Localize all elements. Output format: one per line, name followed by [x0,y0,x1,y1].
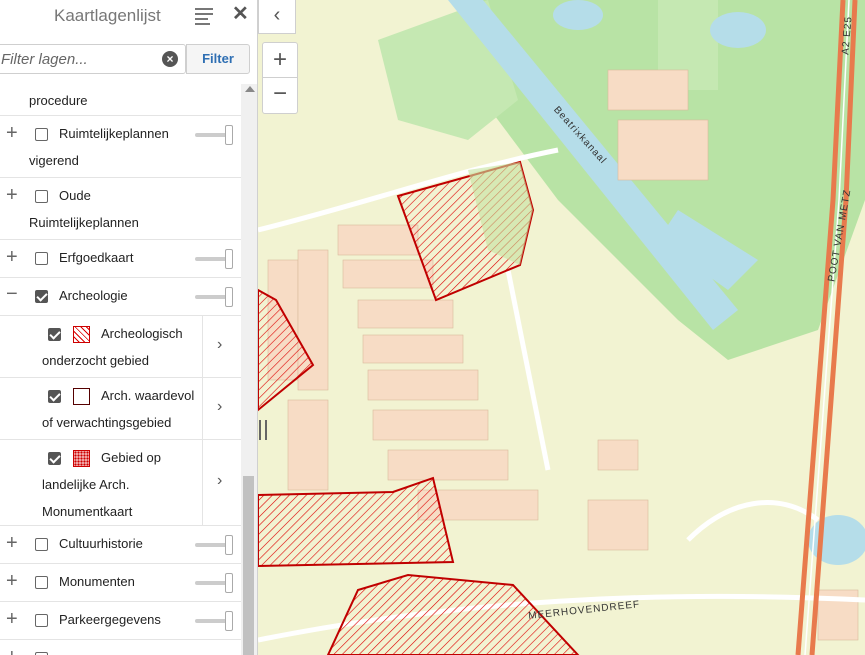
zoom-in-button[interactable]: + [262,42,298,78]
sublayer-row-archeologisch-onderzocht: Archeologisch onderzocht gebied › [0,316,241,378]
expand-icon[interactable]: + [6,123,18,143]
layer-label: procedure [29,93,88,108]
sublayer-details-cell[interactable]: › [202,440,241,525]
layer-row-parkeergegevens: + Parkeergegevens [0,602,241,640]
opacity-slider[interactable] [195,535,235,555]
layer-row-procedure: procedure [0,84,241,116]
layer-list: procedure + Ruimtelijkeplannen vigerend … [0,84,241,655]
layer-row-monumenten: + Monumenten [0,564,241,602]
close-icon[interactable]: ✕ [232,4,249,24]
map-canvas[interactable] [258,0,865,655]
layer-list-scrollbar[interactable] [241,84,257,655]
layer-label: Erfgoedkaart [59,250,134,265]
opacity-slider[interactable] [195,573,235,593]
layer-label: Monumenten [59,574,135,589]
layer-label: Parkeergegevens [59,612,161,627]
sublayer-row-landelijke-arch-monumentkaart: Gebied op landelijke Arch. Monumentkaart… [0,440,241,526]
panel-title: Kaartlagenlijst [54,6,161,25]
filter-row: × Filter [0,42,257,76]
collapse-icon[interactable]: − [6,284,18,304]
layer-row-erfgoedkaart: + Erfgoedkaart [0,240,241,278]
layer-checkbox[interactable] [35,538,48,551]
layer-label: Cultuurhistorie [59,536,143,551]
sublayer-details-cell[interactable]: › [202,316,241,377]
layer-checkbox[interactable] [35,290,48,303]
layer-row-oude-ruimtelijkeplannen: + Oude Ruimtelijkeplannen [0,178,241,240]
layer-checkbox[interactable] [35,576,48,589]
layer-checkbox[interactable] [35,614,48,627]
expand-icon[interactable]: + [6,571,18,591]
chevron-right-icon[interactable]: › [217,398,222,416]
sublayer-details-cell[interactable]: › [202,378,241,439]
zoom-out-button[interactable]: − [262,78,298,114]
filter-input[interactable] [0,44,186,74]
sublayer-row-arch-waardevol: Arch. waardevol of verwachtingsgebied › [0,378,241,440]
layer-checkbox[interactable] [35,252,48,265]
layer-row-archeologie: − Archeologie [0,278,241,316]
clear-filter-icon[interactable]: × [162,51,178,67]
sublayer-label: Gebied op landelijke Arch. Monumentkaart [42,450,161,519]
opacity-slider[interactable] [195,125,235,145]
collapse-panel-button[interactable]: ‹ [258,0,296,34]
opacity-slider[interactable] [195,287,235,307]
panel-header: Kaartlagenlijst ✕ [0,0,257,34]
layer-label: Oude Ruimtelijkeplannen [29,188,139,230]
map-view[interactable]: Beatrixkanaal POOT VAN METZ A2 E25 MEERH… [258,0,865,655]
expand-icon[interactable]: + [6,247,18,267]
sublayer-label: Archeologisch onderzocht gebied [42,326,183,368]
chevron-right-icon[interactable]: › [217,336,222,354]
expand-icon[interactable]: + [6,609,18,629]
layer-label: Ruimtelijkeplannen vigerend [29,126,169,168]
opacity-slider[interactable] [195,249,235,269]
layer-row-ruimtelijkeplannen-vigerend: + Ruimtelijkeplannen vigerend [0,116,241,178]
sublayer-label: Arch. waardevol of verwachtingsgebied [42,388,195,430]
list-view-icon[interactable] [195,8,213,25]
chevron-right-icon[interactable]: › [217,472,222,490]
panel-resize-handle[interactable] [259,420,267,440]
filter-button[interactable]: Filter [186,44,250,74]
expand-icon[interactable]: + [6,185,18,205]
layer-label: Archeologie [59,288,128,303]
expand-icon[interactable]: + [6,647,18,655]
layer-panel: Kaartlagenlijst ✕ × Filter procedure + R… [0,0,258,655]
scroll-thumb[interactable] [243,476,254,655]
expand-icon[interactable]: + [6,533,18,553]
opacity-slider[interactable] [195,611,235,631]
layer-row-partial: + [0,640,241,655]
scroll-up-arrow[interactable] [245,86,255,92]
layer-row-cultuurhistorie: + Cultuurhistorie [0,526,241,564]
